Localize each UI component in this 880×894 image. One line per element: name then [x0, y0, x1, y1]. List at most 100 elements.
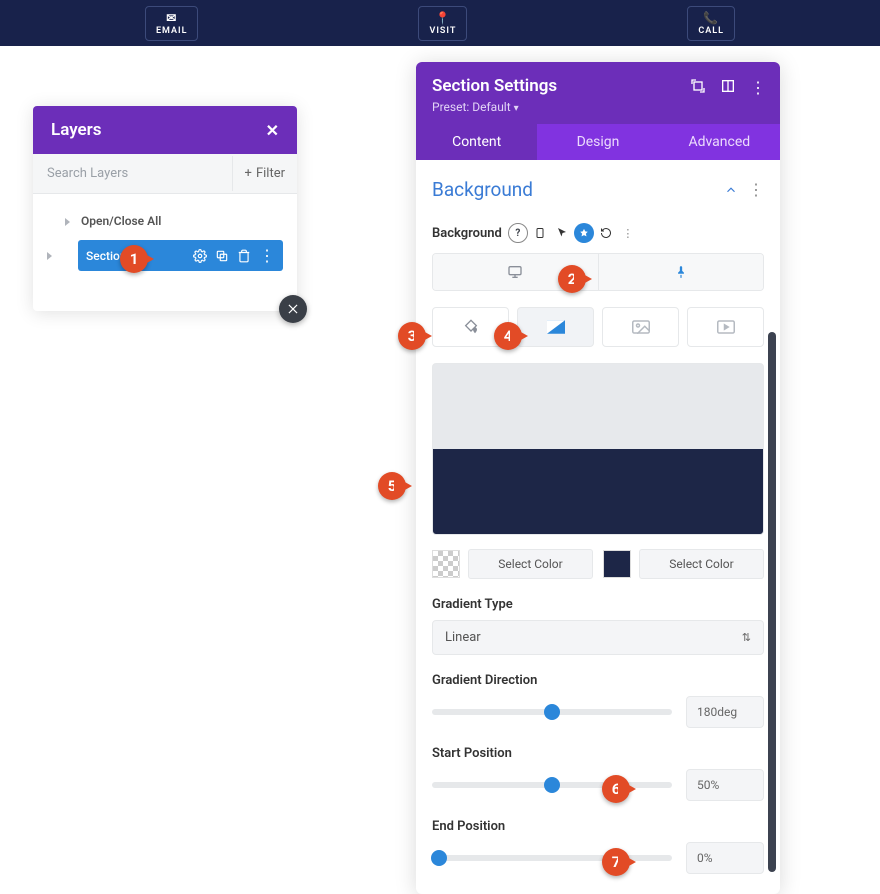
trash-icon[interactable]: [237, 246, 251, 265]
start-position-value[interactable]: 50%: [686, 769, 764, 801]
scrollbar[interactable]: [768, 332, 776, 872]
gradient-preview[interactable]: [432, 363, 764, 535]
end-position-label: End Position: [432, 819, 764, 834]
search-layers-input[interactable]: [33, 154, 232, 193]
gradient-direction-field: Gradient Direction 180deg: [432, 673, 764, 728]
expand-icon[interactable]: [690, 78, 706, 97]
visit-button[interactable]: 📍 VISIT: [418, 6, 467, 41]
plus-icon: +: [245, 166, 252, 181]
hover-segment[interactable]: [598, 254, 764, 290]
gradient-type-select[interactable]: Linear ⇅: [432, 620, 764, 655]
help-icon[interactable]: ?: [508, 223, 528, 243]
gradient-color-2: Select Color: [603, 549, 764, 579]
slider-thumb[interactable]: [544, 777, 560, 793]
tab-design[interactable]: Design: [537, 124, 658, 160]
annotation-7: 7: [602, 848, 630, 876]
bg-type-video[interactable]: [687, 307, 764, 347]
more-vertical-icon[interactable]: ⋮: [750, 78, 766, 97]
start-position-label: Start Position: [432, 746, 764, 761]
tablet-icon[interactable]: [530, 223, 550, 243]
email-label: EMAIL: [156, 26, 188, 36]
phone-icon: 📞: [703, 12, 719, 24]
tab-content[interactable]: Content: [416, 124, 537, 160]
preset-label: Preset: Default: [432, 100, 511, 114]
annotation-1: 1: [120, 245, 148, 273]
annotation-6: 6: [602, 775, 630, 803]
columns-icon[interactable]: [720, 78, 736, 97]
background-field-label: Background: [432, 226, 502, 241]
more-vertical-icon[interactable]: ⋮: [259, 246, 275, 265]
layers-search-row: + Filter: [33, 154, 297, 194]
annotation-2: 2: [558, 265, 586, 293]
end-position-value[interactable]: 0%: [686, 842, 764, 874]
color-swatch-2[interactable]: [603, 550, 631, 578]
color-swatch-1[interactable]: [432, 550, 460, 578]
gradient-type-field: Gradient Type Linear ⇅: [432, 597, 764, 655]
layers-body: Open/Close All Section ⋮: [33, 194, 297, 311]
pin-icon[interactable]: [574, 223, 594, 243]
background-type-row: [432, 307, 764, 347]
pin-fill-icon: [674, 265, 688, 279]
select-color-2-button[interactable]: Select Color: [639, 549, 764, 579]
layer-row-actions: ⋮: [193, 246, 275, 265]
gradient-direction-value[interactable]: 180deg: [686, 696, 764, 728]
more-vertical-icon[interactable]: ⋮: [748, 180, 764, 199]
slider-thumb[interactable]: [544, 704, 560, 720]
gradient-type-value: Linear: [445, 630, 481, 645]
layers-panel: Layers ✕ + Filter Open/Close All Section: [33, 106, 297, 311]
visit-label: VISIT: [429, 26, 456, 36]
gradient-icon: [547, 320, 565, 334]
email-icon: ✉: [166, 12, 177, 24]
reset-icon[interactable]: [596, 223, 616, 243]
paint-bucket-icon: [463, 319, 479, 335]
select-chevron-icon: ⇅: [742, 631, 751, 644]
tab-advanced-label: Advanced: [688, 134, 750, 150]
end-position-field: End Position 0%: [432, 819, 764, 874]
gradient-direction-label: Gradient Direction: [432, 673, 764, 688]
gradient-color-pickers: Select Color Select Color: [432, 549, 764, 579]
image-icon: [632, 320, 650, 334]
caret-right-icon[interactable]: [47, 252, 52, 260]
annotation-4: 4: [494, 322, 522, 350]
layers-header: Layers ✕: [33, 106, 297, 154]
settings-header-icons: ⋮: [690, 78, 766, 97]
open-close-all-toggle[interactable]: Open/Close All: [65, 214, 283, 228]
tab-advanced[interactable]: Advanced: [659, 124, 780, 160]
layer-section-row[interactable]: Section ⋮: [78, 240, 283, 271]
section-settings-panel: Section Settings Preset: Default ⋮ Conte…: [416, 62, 780, 894]
tab-content-label: Content: [452, 134, 501, 150]
call-button[interactable]: 📞 CALL: [687, 6, 735, 41]
preset-selector[interactable]: Preset: Default: [432, 100, 764, 114]
pin-icon: 📍: [435, 12, 451, 24]
close-icon[interactable]: ✕: [266, 121, 279, 140]
desktop-icon: [507, 264, 523, 280]
more-vertical-icon[interactable]: ⋮: [618, 223, 638, 243]
caret-right-icon: [65, 218, 70, 226]
chevron-up-icon: [724, 183, 738, 197]
video-icon: [717, 320, 735, 334]
duplicate-icon[interactable]: [215, 246, 229, 265]
gradient-type-label: Gradient Type: [432, 597, 764, 612]
filter-button[interactable]: + Filter: [232, 156, 297, 191]
layers-title: Layers: [51, 120, 102, 140]
select-color-1-button[interactable]: Select Color: [468, 549, 593, 579]
cursor-icon[interactable]: [552, 223, 572, 243]
gradient-color-1: Select Color: [432, 549, 593, 579]
annotation-3: 3: [398, 322, 426, 350]
open-close-label: Open/Close All: [81, 214, 161, 228]
settings-tabs: Content Design Advanced: [416, 124, 780, 160]
filter-label: Filter: [256, 166, 285, 181]
settings-header: Section Settings Preset: Default ⋮: [416, 62, 780, 124]
resize-handle-icon[interactable]: [279, 295, 307, 323]
annotation-5: 5: [378, 472, 406, 500]
gear-icon[interactable]: [193, 246, 207, 265]
call-label: CALL: [698, 26, 724, 36]
top-navigation-bar: ✉ EMAIL 📍 VISIT 📞 CALL: [0, 0, 880, 46]
bg-type-image[interactable]: [602, 307, 679, 347]
background-accordion-title: Background: [432, 178, 533, 201]
slider-thumb[interactable]: [431, 850, 447, 866]
start-position-field: Start Position 50%: [432, 746, 764, 801]
background-accordion-toggle[interactable]: Background ⋮: [432, 178, 764, 201]
email-button[interactable]: ✉ EMAIL: [145, 6, 199, 41]
gradient-direction-slider[interactable]: [432, 709, 672, 715]
